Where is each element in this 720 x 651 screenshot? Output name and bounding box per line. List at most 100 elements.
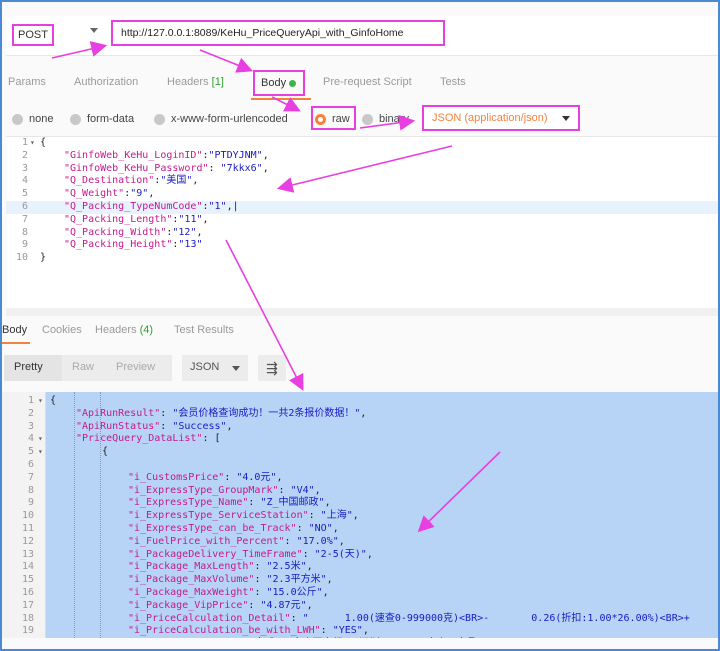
line-number: 5 <box>27 446 34 458</box>
raw-button[interactable]: Raw <box>62 355 106 381</box>
wrap-lines-icon[interactable]: ⇶ <box>258 355 286 381</box>
json-value: "2.3平方米" <box>266 574 327 586</box>
json-key: "Q_Destination" <box>64 175 155 187</box>
radio-urlencoded[interactable]: x-www-form-urlencoded <box>154 113 288 125</box>
preview-button[interactable]: Preview <box>106 355 172 381</box>
json-punctuation: , <box>352 510 359 522</box>
json-key: "GinfoWeb_KeHu_Password" <box>64 162 209 174</box>
code-line: 1 ▾ { <box>6 137 718 150</box>
json-value: "12" <box>172 226 197 238</box>
request-bar: POST http://127.0.0.1:8089/KeHu_PriceQue… <box>6 16 718 56</box>
tab-headers[interactable]: Headers [1] <box>167 76 224 88</box>
json-separator: : <box>278 484 291 496</box>
tab-body[interactable]: Body <box>253 70 305 96</box>
json-key: "ApiRunResult" <box>76 407 161 419</box>
line-number: 8 <box>27 484 34 496</box>
json-value: "2-5(天)" <box>314 548 367 560</box>
code-text: "Q_Packing_Length":"11", <box>40 214 209 227</box>
response-body-viewer[interactable]: 1 ▾ {2 "ApiRunResult": "会员价格查询成功！一共2条报价数据！"… <box>2 392 718 638</box>
line-number: 9 <box>21 239 28 251</box>
line-number: 18 <box>21 612 34 624</box>
content-type-select[interactable]: JSON (application/json) <box>422 105 580 131</box>
response-tab-headers[interactable]: Headers (4) <box>95 324 153 336</box>
code-line: 3 "ApiRunStatus": "Success", <box>2 421 718 434</box>
line-number: 2 <box>27 407 34 419</box>
format-select[interactable]: JSON <box>182 355 248 381</box>
json-punctuation: , <box>226 420 233 432</box>
json-key: "Q_Packing_Length" <box>64 213 173 225</box>
chevron-down-icon <box>562 116 570 121</box>
code-text: "i_ExpressType_can_be_Track": "NO", <box>50 523 339 536</box>
line-number: 14 <box>21 561 34 573</box>
code-text: "i_Package_MaxLength": "2.5米", <box>50 561 313 574</box>
code-line: 8 "i_ExpressType_GroupMark": "V4", <box>2 485 718 498</box>
line-number: 19 <box>21 625 34 637</box>
json-separator: : <box>284 535 297 547</box>
tab-authorization[interactable]: Authorization <box>74 76 138 88</box>
chevron-down-icon[interactable] <box>90 28 98 33</box>
json-punctuation: , <box>192 175 199 187</box>
json-punctuation: , <box>306 561 313 573</box>
code-text: { <box>50 446 108 459</box>
pretty-button[interactable]: Pretty <box>4 355 62 381</box>
json-value: "7kkx6" <box>220 162 263 174</box>
json-punctuation: , <box>306 599 313 611</box>
divider <box>6 308 718 316</box>
json-separator: : <box>254 586 267 598</box>
code-line: 14 "i_Package_MaxLength": "2.5米", <box>2 561 718 574</box>
fold-icon[interactable]: ▾ <box>38 446 43 459</box>
code-line: 17 "i_Package_VipPrice": "4.87元", <box>2 600 718 613</box>
radio-raw[interactable]: raw <box>315 113 350 125</box>
code-text: "i_ExpressType_Name": "Z_中国邮政", <box>50 497 331 510</box>
json-value: "9" <box>130 188 149 200</box>
json-key: "i_Package_MaxVolume" <box>128 574 255 586</box>
code-text: "i_ExpressType_GroupMark": "V4", <box>50 485 321 498</box>
fold-icon[interactable]: ▾ <box>30 137 35 150</box>
code-line: 3 "GinfoWeb_KeHu_Password": "7kkx6", <box>6 163 718 176</box>
line-number: 10 <box>15 252 28 264</box>
json-key: "Q_Packing_Width" <box>64 226 167 238</box>
line-number: 7 <box>27 471 34 483</box>
json-key: "i_Package_MaxWeight" <box>128 586 255 598</box>
chevron-down-icon <box>232 366 240 371</box>
code-text: "i_Package_MaxVolume": "2.3平方米", <box>50 574 333 587</box>
radio-binary-label: binary <box>379 113 409 125</box>
response-tab-test-results[interactable]: Test Results <box>174 324 234 336</box>
json-punctuation: , <box>276 471 283 483</box>
code-text: { <box>40 137 46 150</box>
code-line: 8 "Q_Packing_Width":"12", <box>6 227 718 240</box>
tab-pre-request-script[interactable]: Pre-request Script <box>323 76 412 88</box>
line-number: 3 <box>21 162 28 174</box>
code-line: 4 "Q_Destination":"美国", <box>6 175 718 188</box>
json-separator: : <box>296 522 309 534</box>
response-lines: 1 ▾ {2 "ApiRunResult": "会员价格查询成功！一共2条报价数据！"… <box>2 395 718 638</box>
tab-params[interactable]: Params <box>8 76 46 88</box>
json-key: "GinfoWeb_KeHu_LoginID" <box>64 149 203 161</box>
code-text: "Q_Packing_Width":"12", <box>40 227 203 240</box>
code-line: 7 "Q_Packing_Length":"11", <box>6 214 718 227</box>
code-text: } <box>40 252 46 265</box>
code-line: 16 "i_Package_MaxWeight": "15.0公斤", <box>2 587 718 600</box>
request-body-editor[interactable]: 1 ▾ {2 "GinfoWeb_KeHu_LoginID":"PTDYJNM", 3 "… <box>6 136 718 308</box>
json-punctuation: , <box>324 497 331 509</box>
line-number: 4 <box>27 433 34 445</box>
code-text: { <box>50 395 56 408</box>
radio-form-data[interactable]: form-data <box>70 113 134 125</box>
json-value: "PTDYJNM" <box>208 149 263 161</box>
radio-none[interactable]: none <box>12 113 53 125</box>
response-tab-body[interactable]: Body <box>2 324 27 336</box>
fold-icon[interactable]: ▾ <box>38 433 43 446</box>
response-tabs: Body Cookies Headers (4) Test Results <box>2 316 718 346</box>
json-separator: : <box>224 471 237 483</box>
json-value: "4.0元" <box>236 471 277 483</box>
fold-icon[interactable]: ▾ <box>38 395 43 408</box>
method-select[interactable]: POST <box>8 21 106 49</box>
tab-tests[interactable]: Tests <box>440 76 466 88</box>
url-input[interactable]: http://127.0.0.1:8089/KeHu_PriceQueryApi… <box>111 20 445 46</box>
json-separator: : <box>254 574 267 586</box>
radio-binary[interactable]: binary <box>362 113 409 125</box>
code-text: "GinfoWeb_KeHu_LoginID":"PTDYJNM", <box>40 150 269 163</box>
json-punctuation: , <box>314 484 321 496</box>
json-key: "Q_Weight" <box>64 188 125 200</box>
response-tab-cookies[interactable]: Cookies <box>42 324 82 336</box>
